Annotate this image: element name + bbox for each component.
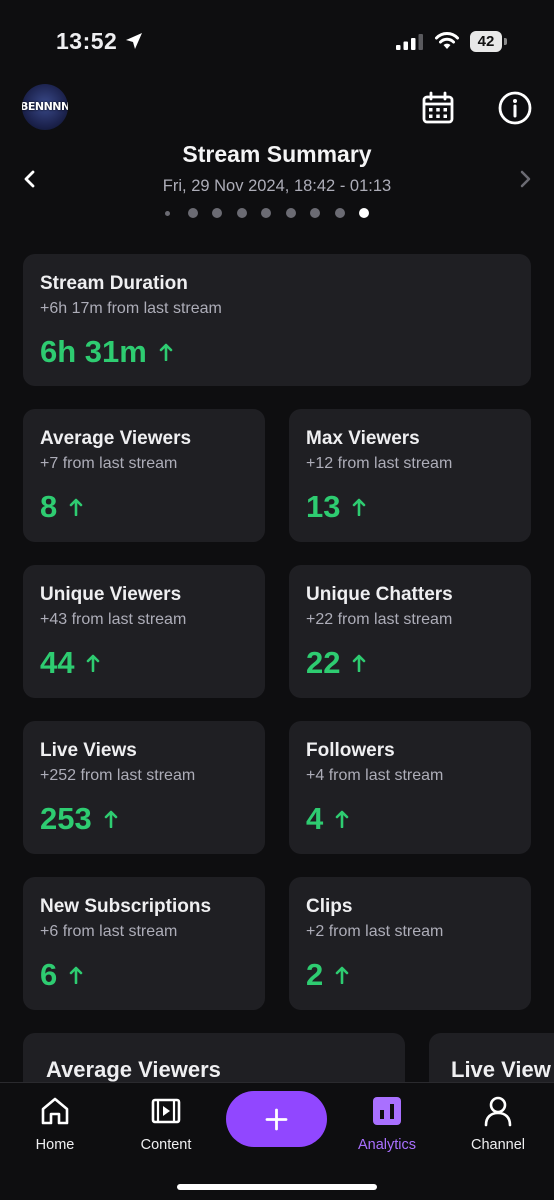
- stat-value: 2: [306, 957, 324, 992]
- info-icon[interactable]: [497, 90, 533, 126]
- battery-tip: [504, 38, 507, 45]
- trend-up-icon: [104, 810, 118, 828]
- stat-value: 6: [40, 957, 58, 992]
- page-dot[interactable]: [261, 208, 271, 218]
- stat-value-row: 22: [306, 645, 366, 681]
- calendar-icon[interactable]: [421, 91, 455, 125]
- stream-date-range: Fri, 29 Nov 2024, 18:42 - 01:13: [162, 177, 392, 195]
- stat-card-clips: Clips +2 from last stream 2: [289, 877, 531, 1010]
- stat-value: 6h 31m: [40, 334, 147, 369]
- stat-title: Live Views: [40, 740, 137, 761]
- nav-label: Analytics: [357, 1137, 417, 1153]
- nav-label: Channel: [470, 1137, 525, 1153]
- battery-indicator: 42: [470, 31, 507, 52]
- chart-card-title: Live View: [451, 1057, 551, 1082]
- page-dot[interactable]: [236, 208, 247, 218]
- page-dot[interactable]: [187, 208, 198, 218]
- location-arrow-icon: [126, 33, 142, 49]
- stat-title: Clips: [306, 896, 353, 917]
- app-screen: 13:52 42 BENNNNNI Stream Summary: [0, 0, 554, 1200]
- stat-value-row: 6: [40, 957, 83, 993]
- stat-value: 44: [40, 645, 75, 680]
- stat-value-row: 4: [306, 801, 349, 837]
- stat-value: 22: [306, 645, 341, 680]
- avatar[interactable]: BENNNNNI: [22, 84, 68, 130]
- nav-content[interactable]: Content: [121, 1095, 211, 1153]
- page-dot[interactable]: [165, 211, 170, 216]
- bottom-nav: Home Content Analytics Channel: [0, 1082, 554, 1200]
- page-dot[interactable]: [285, 208, 296, 218]
- stat-value-row: 13: [306, 489, 366, 525]
- stat-value-row: 253: [40, 801, 118, 837]
- trend-up-icon: [335, 966, 349, 984]
- wifi-icon: [435, 32, 459, 49]
- stat-value-row: 6h 31m: [40, 334, 173, 370]
- stat-title: Unique Chatters: [306, 584, 453, 605]
- stat-card-followers: Followers +4 from last stream 4: [289, 721, 531, 854]
- stat-value-row: 2: [306, 957, 349, 993]
- page-dot[interactable]: [334, 208, 345, 218]
- trend-up-icon: [69, 498, 83, 516]
- status-time: 13:52: [56, 28, 118, 54]
- page-dot[interactable]: [310, 208, 320, 218]
- stat-card-unique-chatters: Unique Chatters +22 from last stream 22: [289, 565, 531, 698]
- avatar-logo-text: BENNNNNI: [22, 100, 68, 113]
- person-icon: [484, 1096, 512, 1127]
- stat-value-row: 44: [40, 645, 100, 681]
- stat-title: Unique Viewers: [40, 584, 182, 605]
- nav-label: Home: [35, 1137, 75, 1153]
- page-dot[interactable]: [212, 208, 222, 218]
- stat-card-new-subscriptions: New Subscriptions +6 from last stream 6: [23, 877, 265, 1010]
- stat-title: Stream Duration: [40, 273, 188, 294]
- create-button[interactable]: [226, 1091, 327, 1147]
- nav-label: Content: [140, 1137, 192, 1153]
- home-icon: [41, 1097, 69, 1125]
- stat-delta: +6 from last stream: [40, 923, 178, 940]
- page-dot[interactable]: [359, 208, 369, 218]
- stat-card-unique-viewers: Unique Viewers +43 from last stream 44: [23, 565, 265, 698]
- stat-card-live-views: Live Views +252 from last stream 253: [23, 721, 265, 854]
- stat-card-stream-duration: Stream Duration +6h 17m from last stream…: [23, 254, 531, 386]
- trend-up-icon: [87, 654, 100, 672]
- nav-channel[interactable]: Channel: [453, 1095, 543, 1153]
- stat-delta: +43 from last stream: [40, 611, 187, 628]
- analytics-icon: [373, 1097, 401, 1125]
- stat-delta: +22 from last stream: [306, 611, 453, 628]
- stat-delta: +4 from last stream: [306, 767, 444, 784]
- trend-up-icon: [353, 654, 366, 672]
- trend-up-icon: [353, 498, 366, 516]
- page-title: Stream Summary: [182, 141, 372, 167]
- stat-value: 4: [306, 801, 324, 836]
- stat-title: Followers: [306, 740, 395, 761]
- trend-up-icon: [69, 966, 83, 984]
- stat-card-average-viewers: Average Viewers +7 from last stream 8: [23, 409, 265, 542]
- stat-value-row: 8: [40, 489, 83, 525]
- nav-home[interactable]: Home: [10, 1095, 100, 1153]
- chart-card-title: Average Viewers: [46, 1057, 221, 1082]
- nav-analytics[interactable]: Analytics: [342, 1095, 432, 1153]
- page-indicator[interactable]: [160, 207, 400, 219]
- battery-level: 42: [470, 31, 502, 52]
- trend-up-icon: [335, 810, 349, 828]
- stat-title: Max Viewers: [306, 428, 420, 449]
- stat-delta: +2 from last stream: [306, 923, 444, 940]
- stat-delta: +7 from last stream: [40, 455, 178, 472]
- stat-title: Average Viewers: [40, 428, 192, 449]
- home-indicator: [177, 1184, 377, 1190]
- stat-delta: +12 from last stream: [306, 455, 453, 472]
- stat-value: 8: [40, 489, 58, 524]
- trend-up-icon: [159, 343, 173, 361]
- stat-card-max-viewers: Max Viewers +12 from last stream 13: [289, 409, 531, 542]
- stat-delta: +252 from last stream: [40, 767, 196, 784]
- stat-title: New Subscriptions: [40, 896, 212, 917]
- chevron-right-icon[interactable]: [515, 169, 535, 189]
- stat-value: 253: [40, 801, 92, 836]
- stat-value: 13: [306, 489, 341, 524]
- cellular-signal-icon: [396, 34, 423, 50]
- stat-delta: +6h 17m from last stream: [40, 300, 222, 317]
- content-icon: [151, 1098, 181, 1124]
- plus-icon: [265, 1108, 288, 1131]
